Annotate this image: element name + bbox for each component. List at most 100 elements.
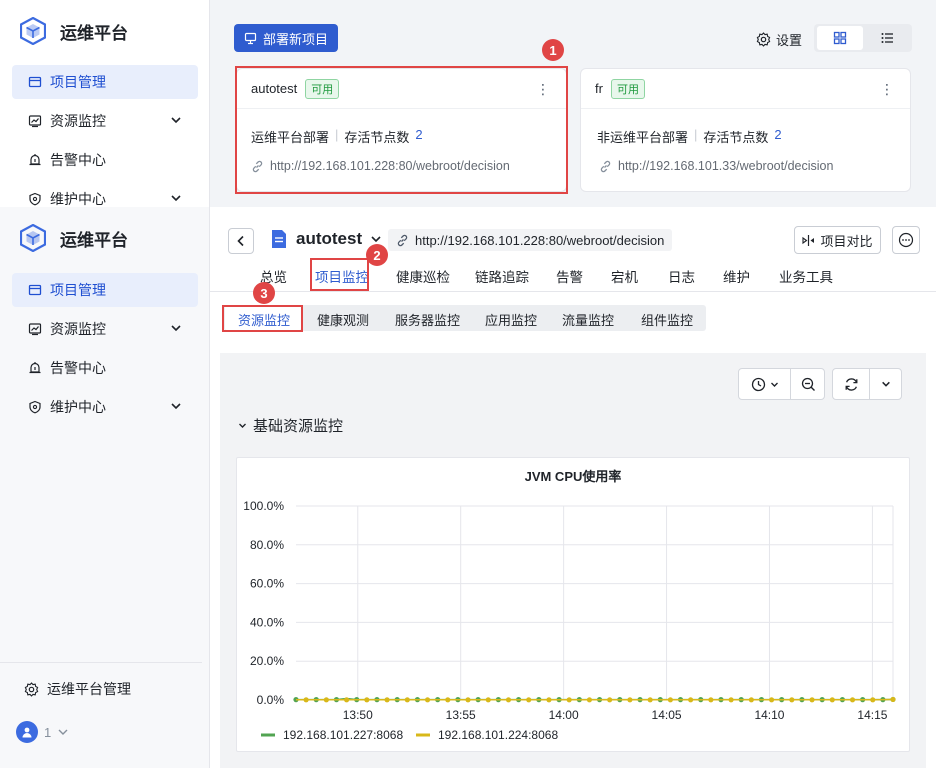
user-menu[interactable]: 1: [16, 721, 69, 743]
sidebar-item-resource-monitor[interactable]: 资源监控: [12, 104, 198, 138]
x-tick-label: 13:55: [446, 708, 476, 722]
tab-downtime[interactable]: 宕机: [611, 266, 638, 286]
sub-tab-health-observe[interactable]: 健康观测: [317, 310, 369, 329]
nodes-label: 存活节点数: [703, 130, 769, 145]
project-url-pill[interactable]: http://192.168.101.228:80/webroot/decisi…: [388, 229, 673, 251]
step-marker-1: 1: [542, 39, 564, 61]
data-point: [546, 697, 552, 703]
tab-maintenance[interactable]: 维护: [723, 266, 750, 286]
more-options-button[interactable]: [892, 226, 920, 254]
data-point: [667, 697, 673, 703]
cube-logo-icon: [20, 224, 46, 252]
data-point: [526, 697, 532, 703]
deploy-new-project-button[interactable]: 部署新项目: [234, 24, 338, 52]
highlight-box-3: [222, 305, 303, 332]
wrench-icon: [29, 192, 41, 206]
zoom-out-button[interactable]: [791, 369, 825, 399]
highlight-box-2: [310, 258, 369, 291]
settings-label: 设置: [776, 33, 803, 48]
folder-icon: [28, 76, 42, 88]
platform-admin-link[interactable]: 运维平台管理: [24, 679, 131, 699]
refresh-icon: [845, 377, 857, 391]
sidebar-item-maintenance-center[interactable]: 维护中心: [12, 390, 198, 424]
section-header[interactable]: 基础资源监控: [238, 415, 343, 436]
data-point: [364, 697, 370, 703]
jvm-cpu-chart: 0.0% 20.0% 40.0% 60.0% 80.0% 100.0% 13:50 13:55…: [243, 499, 896, 742]
x-tick-label: 14:15: [857, 708, 887, 722]
app-logo: 运维平台: [20, 224, 128, 252]
project-card-info: 非运维平台部署 | 存活节点数 2: [597, 127, 782, 146]
time-range-button[interactable]: [739, 369, 790, 399]
compare-icon: [802, 234, 815, 246]
sub-tab-component-monitor[interactable]: 组件监控: [641, 310, 693, 329]
section-title: 基础资源监控: [253, 418, 344, 435]
sub-tab-app-monitor[interactable]: 应用监控: [485, 310, 537, 329]
data-point: [607, 697, 613, 703]
link-icon: [600, 160, 611, 172]
sidebar-item-label: 维护中心: [50, 191, 106, 207]
data-point: [688, 697, 694, 703]
tab-trace[interactable]: 链路追踪: [475, 266, 529, 286]
data-point: [505, 697, 512, 703]
refresh-interval-dropdown[interactable]: [870, 369, 902, 399]
sidebar-item-alarm-center[interactable]: 告警中心: [12, 143, 198, 177]
deploy-new-project-label: 部署新项目: [262, 31, 328, 47]
more-options-icon[interactable]: ⋮: [880, 81, 894, 98]
data-point: [343, 697, 350, 703]
data-point: [586, 697, 593, 703]
view-toggle: [814, 24, 912, 52]
y-tick-label: 60.0%: [250, 577, 284, 591]
refresh-button[interactable]: [833, 369, 869, 399]
nodes-count: 2: [774, 127, 782, 142]
tab-logs[interactable]: 日志: [668, 266, 695, 286]
step-marker-3: 3: [253, 282, 275, 304]
project-url[interactable]: http://192.168.101.33/webroot/decision: [599, 159, 833, 173]
sidebar-item-label: 项目管理: [50, 282, 106, 298]
x-tick-label: 13:50: [343, 708, 373, 722]
app-name: 运维平台: [60, 23, 128, 43]
sidebar-item-label: 维护中心: [50, 399, 106, 415]
sidebar-item-project-management[interactable]: 项目管理: [12, 65, 198, 99]
sidebar-item-label: 项目管理: [50, 74, 106, 90]
data-point: [870, 697, 876, 703]
back-button[interactable]: [228, 228, 254, 254]
folder-icon: [28, 284, 42, 296]
data-point: [485, 697, 491, 703]
y-tick-label: 80.0%: [250, 538, 284, 552]
alarm-icon: [29, 362, 41, 374]
list-icon: [881, 33, 893, 43]
sub-tab-server-monitor[interactable]: 服务器监控: [395, 310, 460, 329]
alarm-icon: [29, 154, 41, 166]
sub-tab-traffic-monitor[interactable]: 流量监控: [562, 310, 614, 329]
data-point: [465, 697, 471, 703]
deploy-type: 非运维平台部署: [597, 130, 689, 145]
chevron-down-icon: [882, 381, 890, 387]
data-point: [384, 697, 390, 703]
tab-health-inspection[interactable]: 健康巡检: [396, 266, 450, 286]
sidebar-item-project-management[interactable]: 项目管理: [12, 273, 198, 307]
project-detail-screen: 运维平台 项目管理 资源监控 告警中心 维护中心 运维平台管理 1 autote…: [0, 207, 936, 768]
chevron-down-icon: [171, 403, 181, 410]
sidebar-item-resource-monitor[interactable]: 资源监控: [12, 312, 198, 346]
sidebar: 运维平台 项目管理 资源监控 告警中心 维护中心: [0, 207, 210, 768]
project-compare-label: 项目对比: [820, 233, 873, 249]
tab-business-tools[interactable]: 业务工具: [779, 266, 833, 286]
settings-button[interactable]: 设置: [756, 30, 802, 49]
zoom-out-icon: [801, 377, 815, 391]
project-compare-button[interactable]: 项目对比: [794, 226, 881, 254]
project-card-name: fr: [595, 81, 603, 96]
chevron-down-icon: [770, 382, 778, 387]
sidebar-item-label: 资源监控: [50, 113, 106, 129]
separator: |: [694, 127, 698, 142]
list-view-button[interactable]: [864, 26, 910, 50]
sidebar-item-alarm-center[interactable]: 告警中心: [12, 351, 198, 385]
project-switcher[interactable]: autotest: [270, 229, 382, 249]
tab-alarm[interactable]: 告警: [556, 266, 583, 286]
project-card-fr[interactable]: fr 可用 ⋮ 非运维平台部署 | 存活节点数 2 http://192.168…: [580, 68, 911, 192]
data-point: [445, 697, 451, 703]
sidebar-item-maintenance-center[interactable]: 维护中心: [12, 182, 198, 207]
user-icon: [22, 727, 32, 738]
grid-view-button[interactable]: [817, 26, 863, 50]
deploy-icon: [244, 32, 257, 44]
data-point: [708, 697, 714, 703]
